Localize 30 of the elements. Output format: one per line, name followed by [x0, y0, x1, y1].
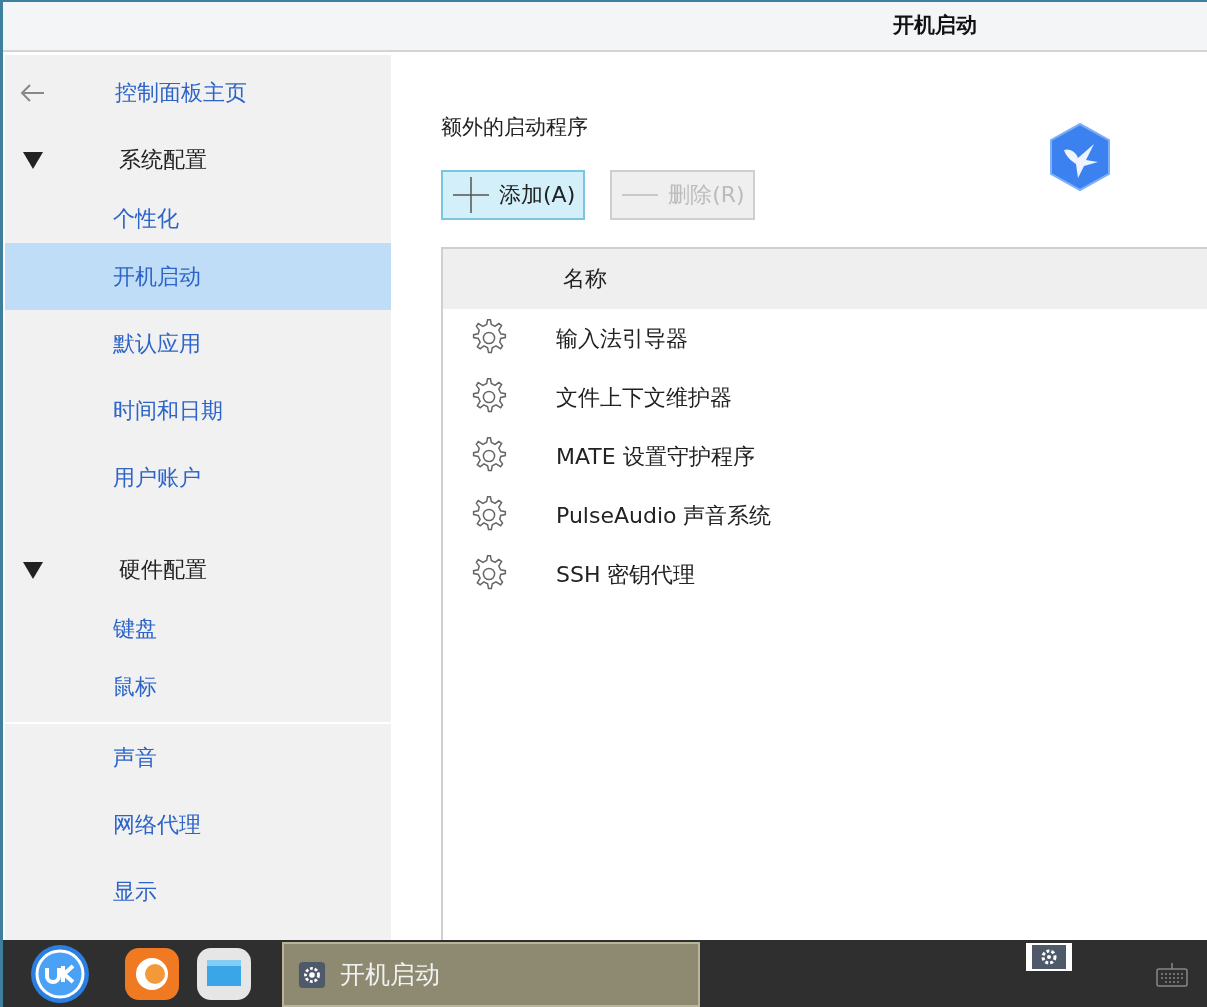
table-row[interactable]: PulseAudio 声音系统 — [443, 485, 1207, 545]
group-heading: 系统配置 — [119, 146, 207, 174]
table-row[interactable]: SSH 密钥代理 — [443, 544, 1207, 604]
settings-icon[interactable] — [1026, 943, 1072, 971]
sidebar-item[interactable]: 默认应用 — [5, 310, 391, 377]
sidebar-item[interactable]: 显示 — [5, 858, 391, 925]
sidebar-item[interactable]: 时间和日期 — [5, 377, 391, 444]
table-row[interactable]: 文件上下文维护器 — [443, 367, 1207, 427]
minus-icon — [620, 192, 661, 197]
column-header[interactable]: 名称 — [563, 262, 607, 295]
sidebar-item[interactable]: 网络代理 — [5, 791, 391, 858]
sidebar-item[interactable]: 用户账户 — [5, 444, 391, 511]
sidebar-item[interactable]: 键盘 — [5, 603, 391, 653]
window-gear-icon — [298, 960, 326, 989]
back-arrow-icon — [19, 82, 45, 103]
sidebar-item[interactable]: 个性化 — [5, 193, 391, 243]
section-title: 额外的启动程序 — [441, 114, 589, 141]
sidebar-item[interactable]: 鼠标 — [5, 653, 391, 720]
group-heading: 硬件配置 — [119, 556, 207, 584]
add-button[interactable]: 添加(A) — [441, 169, 586, 220]
table-row[interactable]: MATE 设置守护程序 — [443, 426, 1207, 486]
table-row[interactable]: 输入法引导器 — [443, 308, 1207, 368]
taskbar-task-button[interactable]: 开机启动 — [282, 942, 700, 1007]
bird-logo-icon — [1048, 122, 1112, 192]
back-link[interactable]: 控制面板主页 — [115, 76, 247, 109]
keyboard-icon[interactable] — [1156, 962, 1188, 988]
sidebar-item[interactable]: 开机启动 — [5, 243, 391, 310]
window-title: 开机启动 — [893, 12, 977, 40]
sidebar-item[interactable]: 声音 — [5, 724, 391, 791]
plus-icon — [451, 174, 491, 215]
